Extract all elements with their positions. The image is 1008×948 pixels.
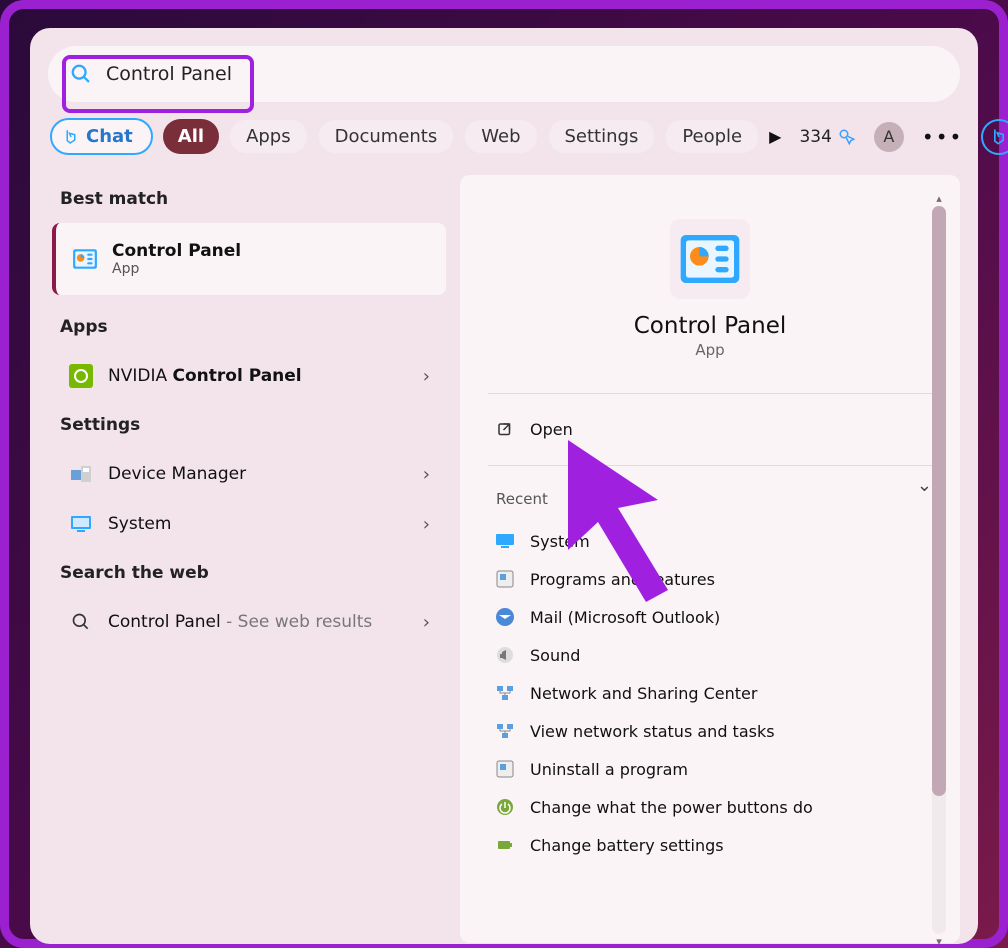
preview-title: Control Panel [488,313,932,339]
mail-icon [494,606,516,628]
best-match-title: Control Panel [112,241,241,261]
power-icon [494,796,516,818]
filter-row: Chat All Apps Documents Web Settings Peo… [48,118,960,155]
open-icon [496,421,514,439]
battery-icon [494,834,516,856]
filter-web[interactable]: Web [464,119,537,154]
filter-documents[interactable]: Documents [318,119,455,154]
account-avatar[interactable]: A [874,122,904,152]
recent-heading: Recent [488,482,932,522]
filter-more-icon[interactable]: ▶ [769,127,781,146]
system-icon [68,511,94,537]
system-icon [494,530,516,552]
preview-app-icon [670,219,750,299]
preview-column: Control Panel App Open ⌄ Recent System P… [460,175,960,943]
chat-label: Chat [86,126,133,147]
nvidia-icon [68,363,94,389]
recent-network-sharing[interactable]: Network and Sharing Center [488,674,932,712]
chevron-down-icon[interactable]: ⌄ [917,475,932,496]
scroll-down-icon[interactable]: ▾ [932,935,946,948]
scroll-thumb[interactable] [932,206,946,796]
scrollbar[interactable]: ▴ ▾ [932,206,946,934]
chat-pill[interactable]: Chat [50,118,153,155]
best-match-heading: Best match [52,183,446,223]
filter-apps[interactable]: Apps [229,119,308,154]
best-match-sub: App [112,261,430,277]
programs-icon [494,758,516,780]
search-icon [70,63,92,85]
result-device-manager[interactable]: Device Manager › [52,449,446,499]
filter-people[interactable]: People [665,119,759,154]
control-panel-icon [72,246,98,272]
search-panel: Chat All Apps Documents Web Settings Peo… [30,28,978,944]
rewards-icon [838,128,856,146]
rewards-points[interactable]: 334 [799,127,855,147]
recent-sound[interactable]: Sound [488,636,932,674]
recent-power-buttons[interactable]: Change what the power buttons do [488,788,932,826]
best-match-result[interactable]: Control Panel App [52,223,446,295]
search-input[interactable] [106,63,938,85]
recent-mail[interactable]: Mail (Microsoft Outlook) [488,598,932,636]
recent-uninstall[interactable]: Uninstall a program [488,750,932,788]
chevron-right-icon: › [423,514,430,535]
more-icon[interactable]: ••• [922,125,963,149]
programs-icon [494,568,516,590]
open-action[interactable]: Open [488,404,932,455]
filter-all[interactable]: All [163,119,219,154]
search-bar[interactable] [48,46,960,102]
bing-chat-button[interactable] [981,119,1008,155]
recent-battery[interactable]: Change battery settings [488,826,932,864]
settings-heading: Settings [52,401,446,449]
chevron-right-icon: › [423,464,430,485]
bing-icon [62,128,80,146]
result-web-search[interactable]: Control Panel - See web results › [52,597,446,647]
result-nvidia-control-panel[interactable]: NVIDIA Control Panel › [52,351,446,401]
recent-programs-features[interactable]: Programs and Features [488,560,932,598]
device-manager-icon [68,461,94,487]
chevron-right-icon: › [423,612,430,633]
network-icon [494,720,516,742]
results-column: Best match Control Panel App Apps NVIDIA… [48,175,446,943]
preview-sub: App [488,341,932,359]
chevron-right-icon: › [423,366,430,387]
scroll-up-icon[interactable]: ▴ [932,192,946,205]
recent-system[interactable]: System [488,522,932,560]
open-label: Open [530,420,573,439]
result-system[interactable]: System › [52,499,446,549]
filter-settings[interactable]: Settings [548,119,656,154]
network-icon [494,682,516,704]
sound-icon [494,644,516,666]
web-heading: Search the web [52,549,446,597]
points-value: 334 [799,127,831,147]
recent-view-network[interactable]: View network status and tasks [488,712,932,750]
apps-heading: Apps [52,295,446,351]
search-icon [68,609,94,635]
